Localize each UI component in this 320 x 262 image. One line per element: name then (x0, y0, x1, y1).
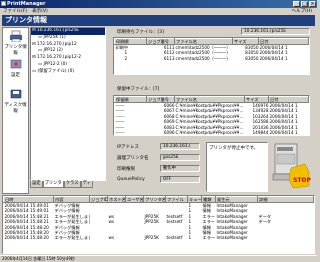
tab-class[interactable]: クラス (63, 181, 81, 188)
print-permission-field: 動作中 (160, 165, 200, 172)
held-files-label: 保留中ファイル：[7] (117, 87, 160, 92)
tree-item[interactable]: ▭ (保留ファイル) (0) (31, 69, 105, 76)
stop-printer-illustration: STOP (271, 140, 311, 192)
menu-help[interactable]: ヘルプ(H) (292, 8, 312, 15)
tab-settings[interactable]: 設定 (30, 181, 43, 188)
print-permission-label: 印刷権限 (117, 167, 135, 172)
col-header[interactable]: ホスト名 (107, 196, 126, 203)
menu-bar: ファイル(F) 表示(V) ヘルプ(H) (0, 8, 317, 15)
held-files-table: 保留順 ジョブ番号 ファイル名 サイズ 日付 ------ 6066 C:¥mine¥Kos… (113, 95, 310, 136)
table-row[interactable]: 2006/04/14 15:48:20エラーが発生しました。wsJPP25Kte… (4, 235, 314, 240)
tree-item[interactable]: ⊟ 10.236.161.(pis25E (31, 28, 105, 35)
nav-panel: プリンタ情報 設定 ディスク情報 (2, 27, 29, 194)
col-header[interactable]: プリンタ名 (143, 196, 166, 203)
print-wait-label: 印刷待ちファイル：[3] (117, 30, 164, 35)
page-title: プリンタ情報 (2, 15, 315, 26)
alert-message-box: プリンタが停止中です。 (206, 142, 268, 192)
nav-label: 設定 (11, 73, 20, 78)
nav-disk-info[interactable]: ディスク情報 (3, 88, 28, 114)
nav-label: プリンタ情報 (4, 45, 27, 56)
tree-item[interactable]: ⊟ 172.16.270.(pip12-2 (31, 55, 105, 62)
col-header[interactable]: キュー (187, 196, 202, 203)
tab-printer[interactable]: プリンタ (42, 181, 64, 188)
col-header[interactable]: ユーザ名 (125, 196, 144, 203)
tree-item[interactable]: ▭ JPP12-2 (0) (31, 62, 105, 69)
queue-policy-label: QueuePolicy (117, 177, 145, 182)
print-wait-table: 印刷順 ジョブ番号 ファイル名 サイズ 日付 印刷中 6111 cmem\tadz2500（… (113, 37, 310, 75)
nav-settings[interactable]: 設定 (3, 58, 28, 78)
close-button[interactable]: × (309, 1, 316, 7)
ip-field: 10.236.161.( (160, 143, 200, 150)
printer-icon (9, 30, 22, 43)
nav-printer-info[interactable]: プリンタ情報 (3, 30, 28, 56)
menu-view[interactable]: 表示(V) (32, 9, 48, 14)
table-row[interactable]: ------ 6096 C:¥mine¥Kostpdu¥¥Pkprocs¥¥... 1… (115, 130, 309, 135)
title-bar: PrintManager (0, 0, 317, 8)
status-bar: 2006年4月14日 金曜日 15時 50分49秒 (0, 255, 317, 261)
printer-stop-icon (272, 143, 310, 189)
settings-icon (10, 59, 21, 69)
minimize-button[interactable]: _ (293, 1, 300, 7)
queue-policy-field: OFF (160, 176, 200, 183)
maximize-button[interactable]: □ (301, 1, 308, 7)
tree-item[interactable]: ▭ JPP25K (1) (31, 35, 105, 42)
table-row[interactable]: 2 6113 cmem\tadz2500（一一一） 83050 2006/04/14 1 (115, 56, 309, 61)
printer-tree: ⊟ 10.236.161.(pis25E ▭ JPP25K (1) ⊟ 172.… (30, 27, 106, 181)
window-title: PrintManager (7, 1, 46, 7)
col-header[interactable]: ジョブID (89, 196, 108, 203)
stop-label: STOP (293, 177, 311, 184)
tree-tabs: 設定 プリンタ クラス ディ (30, 181, 106, 189)
disk-icon (10, 89, 21, 99)
printer-name-field: jpis25E (160, 154, 200, 161)
menu-file[interactable]: ファイル(F) (3, 9, 27, 14)
log-table: 日時 内容 ジョブID ホスト名 ユーザ名 プリンタ名 ファイル キュー 種類 発生元 詳細 200… (2, 195, 315, 254)
printer-name-label: 論理プリンタ名 (117, 156, 149, 161)
tab-disk[interactable]: ディ (80, 181, 93, 188)
nav-label: ディスク情報 (4, 103, 27, 114)
printer-address-field: 10.236.161.(pis25E (241, 28, 310, 35)
app-icon (1, 1, 6, 6)
ip-label: IPアドレス (117, 145, 140, 150)
